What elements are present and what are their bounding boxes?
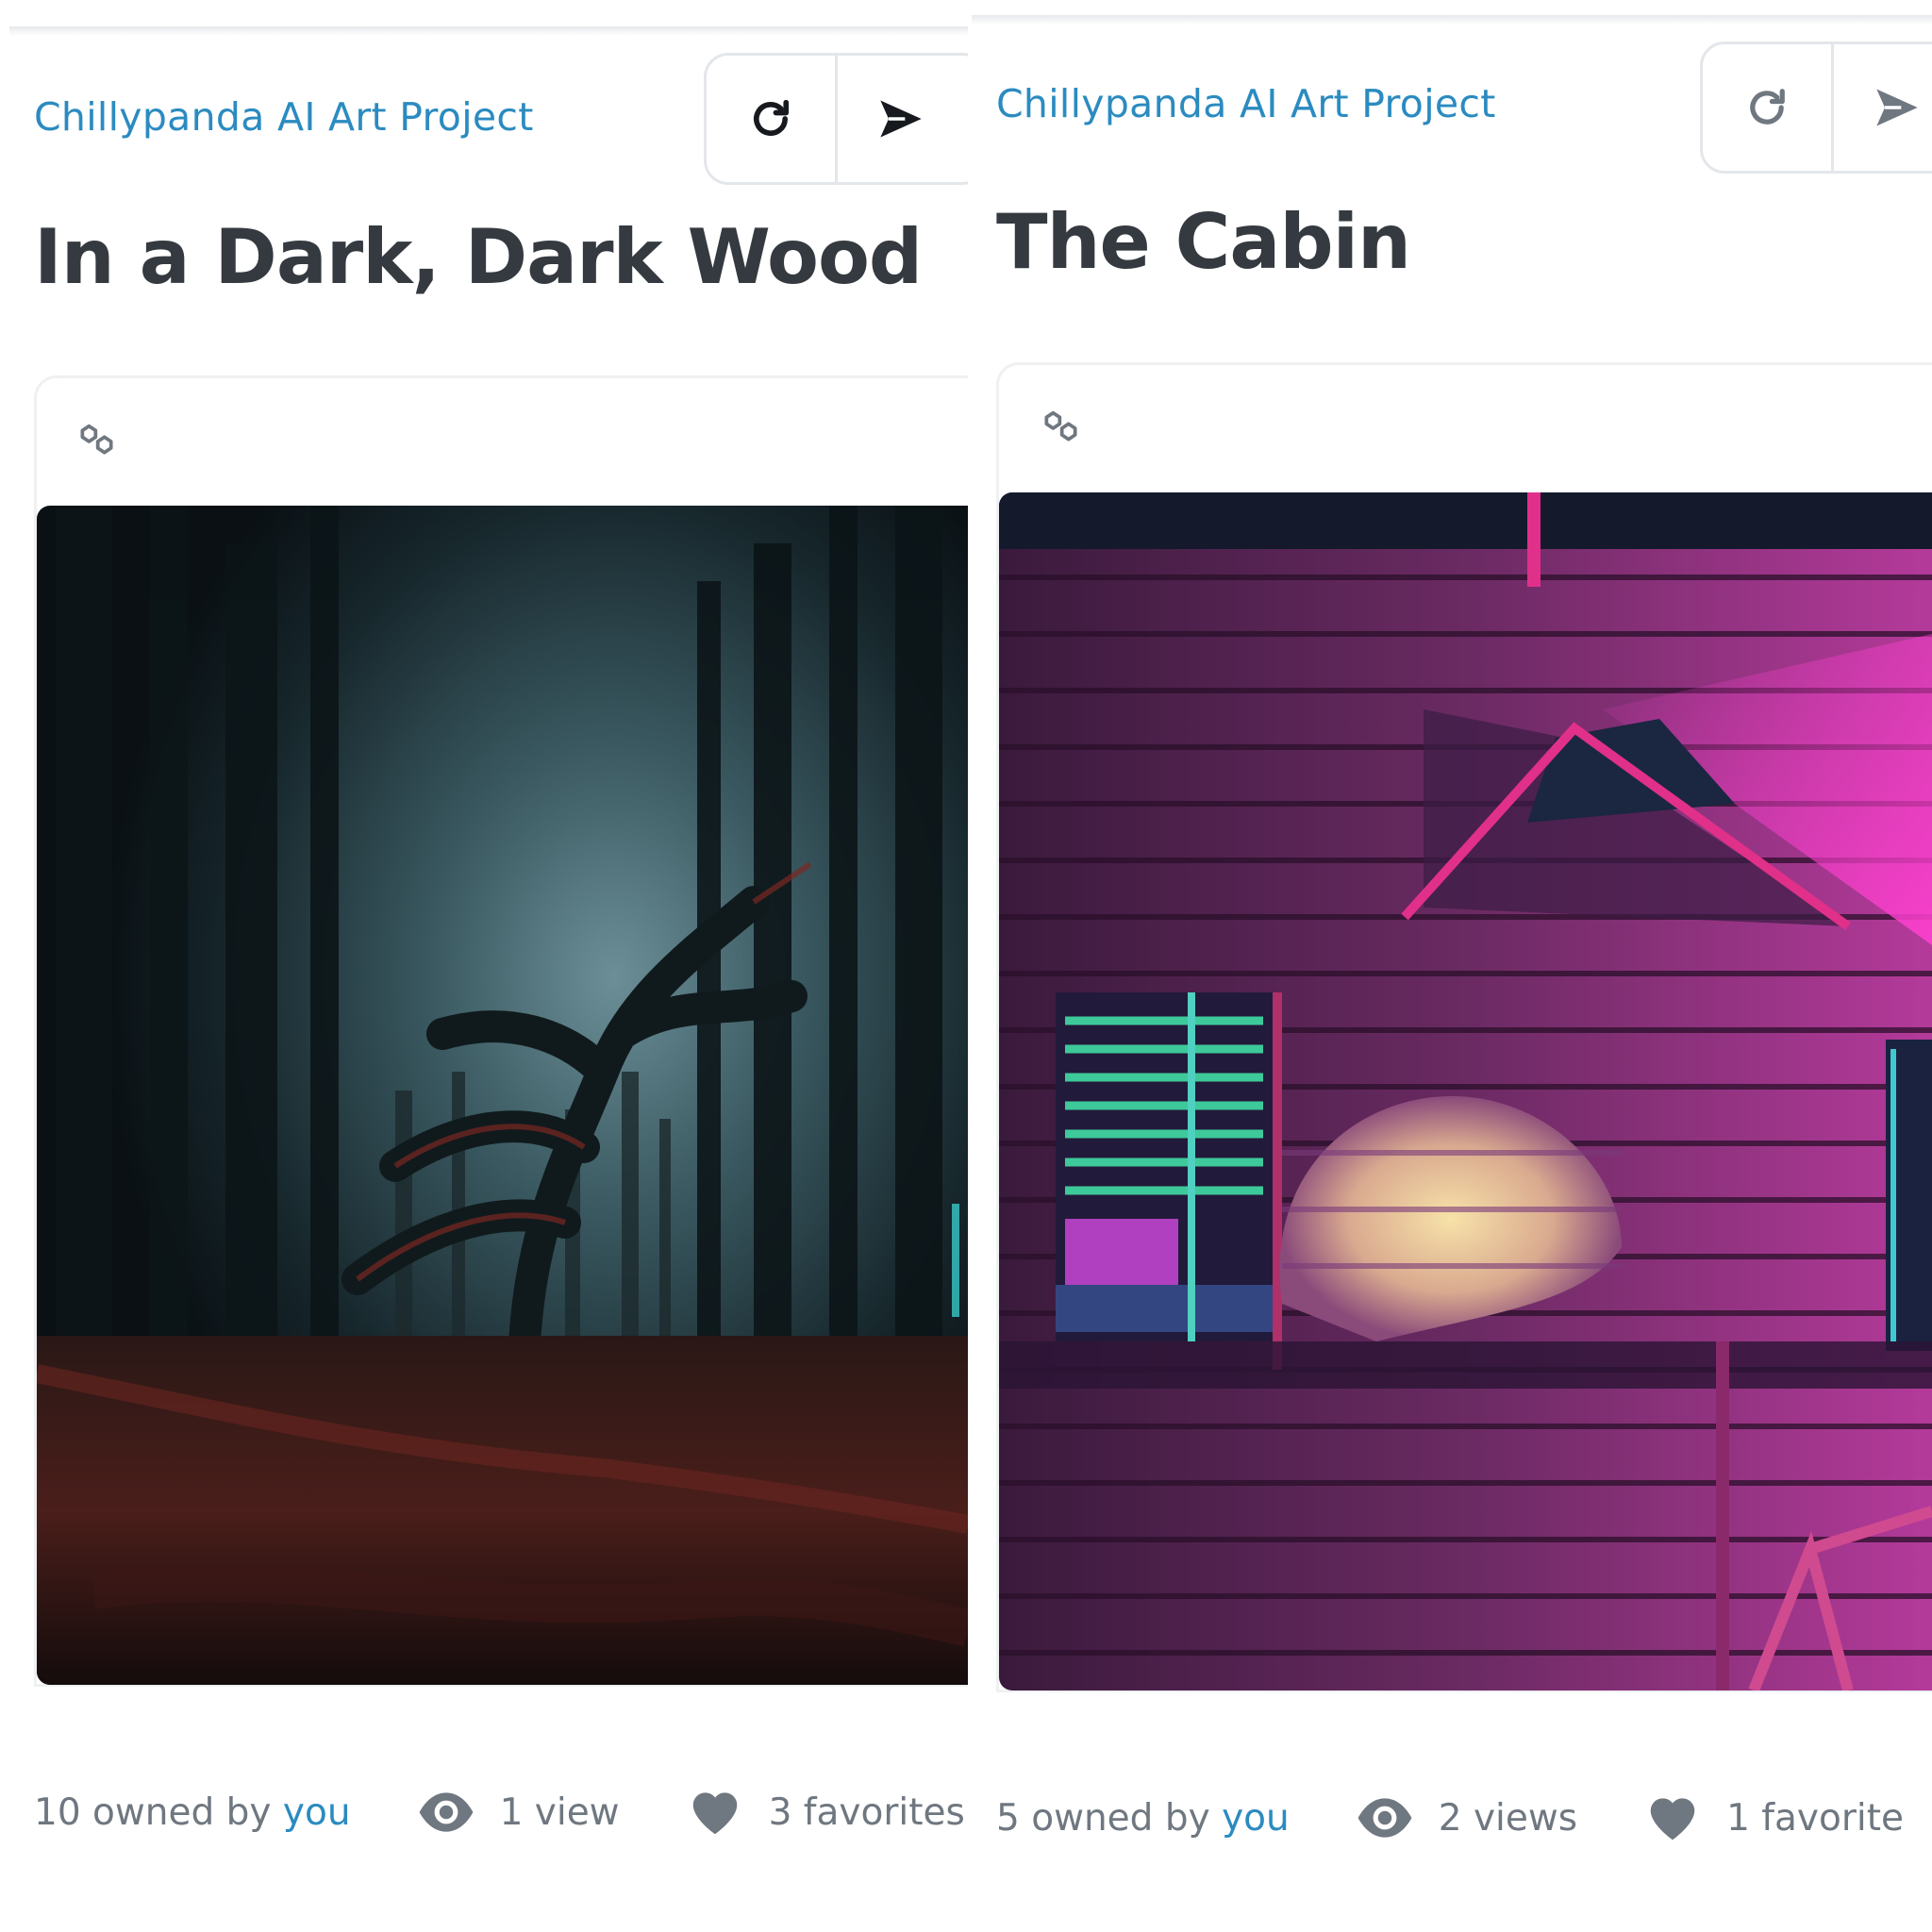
nft-panel-left: Chillypanda AI Art Project In a Dark, Da…: [0, 0, 968, 1932]
send-icon: [1875, 89, 1918, 126]
eye-icon: [419, 1792, 473, 1832]
artwork-stats: 5 owned by you 2 views 1 favorite: [996, 1789, 1904, 1847]
artwork-image[interactable]: [999, 492, 1932, 1690]
heart-icon[interactable]: [686, 1783, 744, 1841]
refresh-button[interactable]: [707, 56, 835, 182]
share-button[interactable]: [1831, 44, 1932, 171]
artwork-stats: 10 owned by you 1 view 3 favorites: [34, 1783, 965, 1841]
action-button-group: [704, 53, 968, 185]
nft-panel-right: Chillypanda AI Art Project The Cabin 5 o…: [972, 0, 1932, 1932]
action-button-group: [1700, 42, 1932, 174]
polygon-chain-icon: [80, 424, 113, 455]
polygon-chain-icon: [1044, 410, 1077, 441]
collection-link[interactable]: Chillypanda AI Art Project: [34, 94, 534, 140]
owner-link[interactable]: you: [283, 1791, 351, 1834]
favorites-stat: 3 favorites: [686, 1783, 965, 1841]
send-icon: [879, 100, 922, 138]
eye-icon: [1357, 1798, 1412, 1838]
refresh-icon: [754, 99, 790, 136]
refresh-button[interactable]: [1703, 44, 1831, 171]
owner-link[interactable]: you: [1222, 1797, 1290, 1840]
favorites-stat: 1 favorite: [1643, 1789, 1904, 1847]
owned-count: 5 owned by you: [996, 1796, 1290, 1840]
views-stat: 2 views: [1356, 1789, 1577, 1847]
artwork-image[interactable]: [37, 506, 968, 1685]
artwork-title: In a Dark, Dark Wood: [34, 213, 923, 301]
artwork-title: The Cabin: [996, 198, 1411, 286]
cabin-artwork: [999, 492, 1932, 1690]
top-divider: [972, 15, 1932, 25]
owned-count: 10 owned by you: [34, 1790, 351, 1834]
top-divider: [9, 26, 968, 36]
heart-icon[interactable]: [1643, 1789, 1702, 1847]
share-button[interactable]: [835, 56, 963, 182]
views-stat: 1 view: [417, 1783, 620, 1841]
dark-forest-artwork: [37, 506, 968, 1685]
refresh-icon: [1750, 89, 1785, 125]
collection-link[interactable]: Chillypanda AI Art Project: [996, 81, 1496, 126]
